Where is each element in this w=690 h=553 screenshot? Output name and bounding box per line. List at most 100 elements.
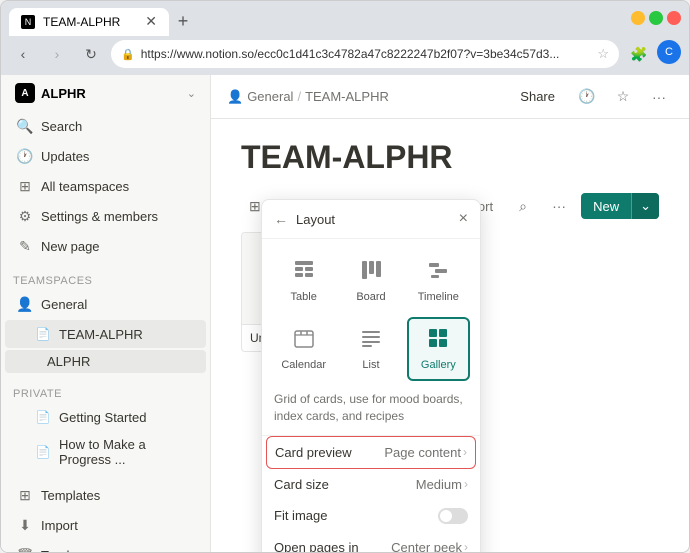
bookmark-icon: ☆: [597, 46, 609, 62]
layout-options-grid: Table Board: [262, 239, 480, 391]
refresh-button[interactable]: ↻: [77, 40, 105, 68]
sidebar-item-updates[interactable]: 🕐 Updates: [5, 142, 206, 170]
topbar-actions: Share 🕐 ☆ ···: [510, 83, 673, 111]
table-layout-icon: [293, 259, 315, 287]
timeline-layout-icon: [427, 259, 449, 287]
sidebar-label-search: Search: [41, 119, 196, 134]
address-bar[interactable]: 🔒 https://www.notion.so/ecc0c1d41c3c4782…: [111, 40, 619, 68]
browser-titlebar: N TEAM-ALPHR ✕ +: [1, 1, 689, 36]
team-alphr-icon: 📄: [33, 324, 53, 344]
view-selector-icon: ⊞: [249, 198, 261, 215]
browser-navbar: ‹ › ↻ 🔒 https://www.notion.so/ecc0c1d41c…: [1, 36, 689, 75]
active-tab[interactable]: N TEAM-ALPHR ✕: [9, 8, 169, 36]
maximize-button[interactable]: [649, 11, 663, 25]
card-preview-value: Page content ›: [384, 445, 467, 460]
sidebar-item-team-alphr[interactable]: 📄 TEAM-ALPHR: [5, 320, 206, 348]
layout-option-timeline[interactable]: Timeline: [407, 249, 470, 313]
fit-image-toggle[interactable]: [438, 508, 468, 524]
sidebar-item-new-page[interactable]: ✎ New page: [5, 232, 206, 260]
calendar-layout-label: Calendar: [281, 359, 326, 371]
gallery-layout-label: Gallery: [421, 359, 456, 371]
settings-icon: ⚙: [15, 206, 35, 226]
search-icon: 🔍: [15, 116, 35, 136]
new-record-button[interactable]: New ⌄: [581, 193, 659, 219]
page-title: TEAM-ALPHR: [241, 139, 659, 176]
sidebar-label-getting-started: Getting Started: [59, 410, 196, 425]
sidebar-item-alphr[interactable]: ALPHR: [5, 350, 206, 373]
more-options-button[interactable]: ···: [645, 83, 673, 111]
layout-option-gallery[interactable]: Gallery: [407, 317, 470, 381]
extensions-icon[interactable]: 🧩: [625, 40, 653, 68]
card-size-label: Card size: [274, 477, 416, 492]
sidebar-item-general[interactable]: 👤 General: [5, 290, 206, 318]
sidebar-label-trash: Trash: [41, 548, 196, 553]
close-button[interactable]: [667, 11, 681, 25]
layout-option-list[interactable]: List: [339, 317, 402, 381]
board-layout-icon: [360, 259, 382, 287]
browser-nav-icons: 🧩 C: [625, 40, 681, 68]
fit-image-label: Fit image: [274, 508, 438, 523]
new-record-label: New: [581, 194, 631, 219]
layout-option-calendar[interactable]: Calendar: [272, 317, 335, 381]
profile-icon[interactable]: C: [657, 40, 681, 64]
open-pages-chevron-icon: ›: [464, 540, 468, 552]
minimize-button[interactable]: [631, 11, 645, 25]
templates-icon: ⊞: [15, 485, 35, 505]
sidebar-label-how-to: How to Make a Progress ...: [59, 437, 196, 467]
card-preview-label: Card preview: [275, 445, 384, 460]
sidebar: A ALPHR ⌄ 🔍 Search 🕐 Updates ⊞ All teams…: [1, 75, 211, 552]
breadcrumb-current: TEAM-ALPHR: [305, 89, 389, 104]
layout-option-board[interactable]: Board: [339, 249, 402, 313]
sidebar-item-getting-started[interactable]: 📄 Getting Started: [5, 403, 206, 431]
new-record-dropdown-icon[interactable]: ⌄: [631, 193, 659, 219]
db-more-button[interactable]: ···: [545, 192, 573, 220]
layout-close-button[interactable]: ×: [459, 210, 468, 228]
board-layout-label: Board: [356, 291, 385, 303]
teamspaces-icon: ⊞: [15, 176, 35, 196]
tab-close-button[interactable]: ✕: [145, 13, 157, 30]
favorite-button[interactable]: ☆: [609, 83, 637, 111]
fit-image-row[interactable]: Fit image: [262, 500, 480, 532]
getting-started-icon: 📄: [33, 407, 53, 427]
sidebar-item-import[interactable]: ⬇ Import: [5, 511, 206, 539]
new-tab-button[interactable]: +: [169, 8, 197, 36]
forward-button[interactable]: ›: [43, 40, 71, 68]
sidebar-item-how-to[interactable]: 📄 How to Make a Progress ...: [5, 433, 206, 471]
share-button[interactable]: Share: [510, 85, 565, 108]
window-controls: [631, 11, 681, 25]
list-layout-icon: [360, 327, 382, 355]
card-preview-chevron-icon: ›: [463, 445, 467, 459]
trash-icon: 🗑: [15, 545, 35, 552]
workspace-chevron-icon: ⌄: [187, 87, 196, 100]
sidebar-item-search[interactable]: 🔍 Search: [5, 112, 206, 140]
import-icon: ⬇: [15, 515, 35, 535]
db-search-button[interactable]: ⌕: [509, 192, 537, 220]
open-pages-value: Center peek ›: [391, 540, 468, 552]
layout-description: Grid of cards, use for mood boards, inde…: [262, 391, 480, 436]
tab-bar: N TEAM-ALPHR ✕ +: [9, 1, 625, 36]
card-preview-row[interactable]: Card preview Page content ›: [266, 436, 476, 469]
open-pages-row[interactable]: Open pages in Center peek ›: [262, 532, 480, 552]
how-to-icon: 📄: [33, 442, 53, 462]
sidebar-label-templates: Templates: [41, 488, 196, 503]
layout-back-button[interactable]: ←: [274, 211, 288, 227]
sidebar-label-all-teamspaces: All teamspaces: [41, 179, 196, 194]
sidebar-label-updates: Updates: [41, 149, 196, 164]
sidebar-item-all-teamspaces[interactable]: ⊞ All teamspaces: [5, 172, 206, 200]
updates-icon: 🕐: [15, 146, 35, 166]
layout-popup-header: ← Layout ×: [262, 200, 480, 239]
layout-popup-title: Layout: [296, 212, 459, 227]
workspace-name: ALPHR: [41, 86, 187, 101]
sidebar-item-settings[interactable]: ⚙ Settings & members: [5, 202, 206, 230]
back-button[interactable]: ‹: [9, 40, 37, 68]
main-content: 👤 General / TEAM-ALPHR Share 🕐 ☆ ··· TEA…: [211, 75, 689, 552]
history-button[interactable]: 🕐: [573, 83, 601, 111]
workspace-header[interactable]: A ALPHR ⌄: [5, 77, 206, 109]
gallery-layout-icon: [427, 327, 449, 355]
breadcrumb: 👤 General / TEAM-ALPHR: [227, 89, 504, 105]
layout-option-table[interactable]: Table: [272, 249, 335, 313]
sidebar-item-templates[interactable]: ⊞ Templates: [5, 481, 206, 509]
general-icon: 👤: [15, 294, 35, 314]
card-size-row[interactable]: Card size Medium ›: [262, 469, 480, 500]
sidebar-item-trash[interactable]: 🗑 Trash: [5, 541, 206, 552]
